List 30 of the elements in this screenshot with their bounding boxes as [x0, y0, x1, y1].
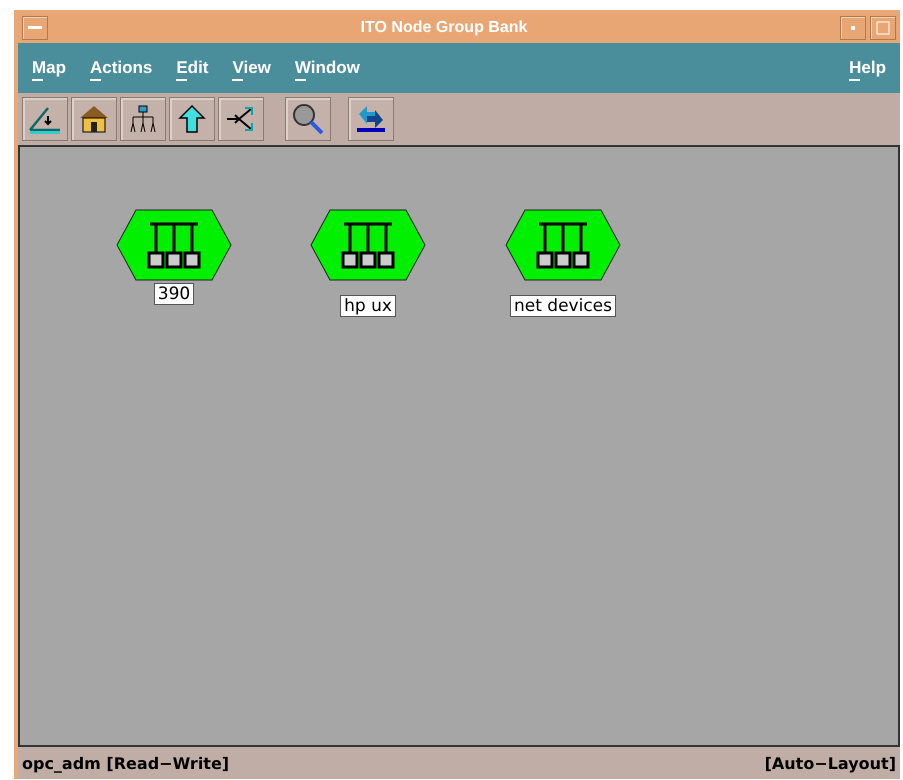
window-menu-button[interactable] [22, 16, 48, 40]
status-layout: [Auto−Layout] [764, 754, 896, 772]
search-icon [291, 102, 325, 136]
menu-item[interactable]: Window [294, 58, 360, 78]
maximize-button[interactable] [870, 16, 896, 40]
network-hub-icon [116, 209, 232, 281]
window-title: ITO Node Group Bank [360, 19, 528, 37]
node-label[interactable]: 390 [154, 283, 194, 305]
search-tool-button[interactable] [285, 97, 331, 141]
logo-tool-button[interactable] [348, 97, 394, 141]
square-icon [876, 21, 890, 35]
up-tool-button[interactable] [169, 97, 215, 141]
tree-tool-button[interactable] [120, 97, 166, 141]
help-menu[interactable]: Help [849, 58, 886, 78]
menu-item[interactable]: Edit [176, 58, 208, 78]
node-label[interactable]: net devices [510, 295, 616, 317]
menu-item[interactable]: Map [32, 58, 66, 78]
node-label[interactable]: hp ux [340, 295, 396, 317]
home-tool-button[interactable] [71, 97, 117, 141]
up-arrow-icon [177, 104, 207, 134]
bar-icon [28, 26, 42, 30]
house-icon [78, 104, 110, 134]
minimize-button[interactable] [840, 16, 866, 40]
menu-item[interactable]: View [232, 58, 271, 78]
status-user: opc_adm [Read−Write] [22, 754, 230, 772]
menu-item[interactable]: Actions [90, 58, 152, 78]
network-hub-icon [310, 209, 426, 281]
network-hub-icon [505, 209, 621, 281]
close-map-tool-button[interactable] [22, 97, 68, 141]
fork-tool-button[interactable] [218, 97, 264, 141]
